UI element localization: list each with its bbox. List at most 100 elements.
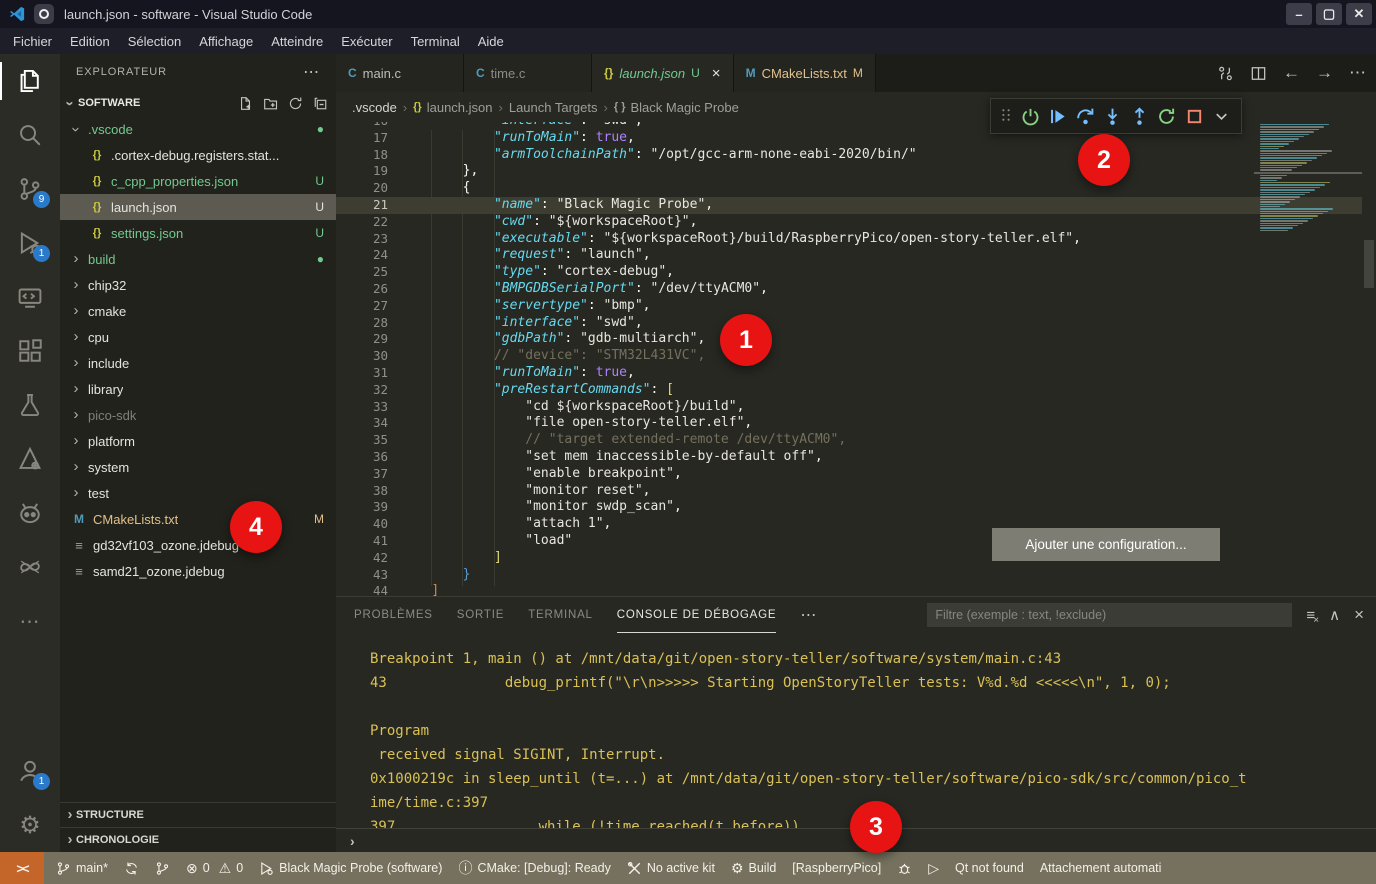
code-line-31[interactable]: 31"runToMain": true, xyxy=(336,365,1362,382)
debug-filter-input[interactable] xyxy=(935,608,1284,622)
tree-item-cmake[interactable]: ›cmake xyxy=(60,298,336,324)
status-launch[interactable]: ▷ xyxy=(920,852,947,884)
pause-power-button[interactable] xyxy=(1019,103,1042,129)
code-line-39[interactable]: 39"monitor swdp_scan", xyxy=(336,499,1362,516)
split-editor-icon[interactable] xyxy=(1250,65,1267,82)
status-debug-target[interactable] xyxy=(889,852,920,884)
status-kit[interactable]: No active kit xyxy=(619,852,723,884)
status-remote-indicator[interactable]: >< xyxy=(0,852,44,884)
activity-more-views[interactable]: ⋯ xyxy=(0,594,60,648)
status-git-branch[interactable]: main* xyxy=(48,852,116,884)
code-line-36[interactable]: 36"set mem inaccessible-by-default off", xyxy=(336,449,1362,466)
code-line-44[interactable]: 44] xyxy=(336,583,1362,596)
code-line-28[interactable]: 28"interface": "swd", xyxy=(336,315,1362,332)
nav-back-icon[interactable]: ← xyxy=(1283,63,1300,83)
maximize-button[interactable]: ▢ xyxy=(1316,3,1342,25)
code-editor[interactable]: 16"interface": "swd",17"runToMain": true… xyxy=(336,122,1376,596)
panel-tab-problemes[interactable]: PROBLÈMES xyxy=(354,597,433,633)
tree-item-chip32[interactable]: ›chip32 xyxy=(60,272,336,298)
activity-source-control[interactable]: 9 xyxy=(0,162,60,216)
close-panel-icon[interactable]: × xyxy=(1354,605,1364,625)
code-line-32[interactable]: 32"preRestartCommands": [ xyxy=(336,382,1362,399)
menu-edition[interactable]: Edition xyxy=(61,28,119,54)
step-into-button[interactable] xyxy=(1101,103,1124,129)
code-line-38[interactable]: 38"monitor reset", xyxy=(336,483,1362,500)
breadcrumb-item[interactable]: { }Black Magic Probe xyxy=(614,100,739,115)
tree-item-platform[interactable]: ›platform xyxy=(60,428,336,454)
panel-tab-terminal[interactable]: TERMINAL xyxy=(528,597,593,633)
tree-item-cmakelists-txt[interactable]: MCMakeLists.txtM xyxy=(60,506,336,532)
dropdown-button[interactable] xyxy=(1210,103,1233,129)
menu-executer[interactable]: Exécuter xyxy=(332,28,401,54)
restart-button[interactable] xyxy=(1155,103,1178,129)
tree-item-c-cpp-properties-json[interactable]: {}c_cpp_properties.jsonU xyxy=(60,168,336,194)
breadcrumb-item[interactable]: Launch Targets xyxy=(509,100,598,115)
activity-testing[interactable] xyxy=(0,378,60,432)
tree-item-cortex-debug-registers-stat[interactable]: {}.cortex-debug.registers.stat... xyxy=(60,142,336,168)
code-line-20[interactable]: 20{ xyxy=(336,180,1362,197)
panel-tab-sortie[interactable]: SORTIE xyxy=(457,597,504,633)
status-cmake-status[interactable]: ⓘCMake: [Debug]: Ready xyxy=(450,852,618,884)
status-auto-attach[interactable]: Attachement automati xyxy=(1032,852,1170,884)
activity-platform-debug[interactable] xyxy=(0,486,60,540)
activity-explorer[interactable] xyxy=(0,54,60,108)
status-source-control-compare[interactable] xyxy=(147,852,178,884)
tree-item-samd21-ozone-jdebug[interactable]: ≡samd21_ozone.jdebug xyxy=(60,558,336,584)
tree-item-cpu[interactable]: ›cpu xyxy=(60,324,336,350)
code-line-35[interactable]: 35// "target extended-remote /dev/ttyACM… xyxy=(336,432,1362,449)
stop-button[interactable] xyxy=(1183,103,1206,129)
continue-button[interactable] xyxy=(1046,103,1069,129)
status-qt[interactable]: Qt not found xyxy=(947,852,1032,884)
activity-extensions[interactable] xyxy=(0,324,60,378)
code-line-21[interactable]: 21"name": "Black Magic Probe", xyxy=(336,197,1362,214)
step-over-button[interactable] xyxy=(1074,103,1097,129)
debug-console-output[interactable]: Breakpoint 1, main () at /mnt/data/git/o… xyxy=(336,633,1376,828)
menu-terminal[interactable]: Terminal xyxy=(402,28,469,54)
tree-item-system[interactable]: ›system xyxy=(60,454,336,480)
new-file-icon[interactable] xyxy=(238,96,253,111)
minimap[interactable] xyxy=(1254,124,1362,596)
tab-main-c[interactable]: Cmain.c xyxy=(336,54,464,92)
tree-item-build[interactable]: ›build● xyxy=(60,246,336,272)
drag-handle-icon[interactable] xyxy=(999,108,1013,125)
tab-cmakelists-txt[interactable]: MCMakeLists.txtM xyxy=(734,54,876,92)
code-line-33[interactable]: 33"cd ${workspaceRoot}/build", xyxy=(336,399,1362,416)
section-chronologie[interactable]: ›CHRONOLOGIE xyxy=(60,827,336,852)
code-line-19[interactable]: 19}, xyxy=(336,163,1362,180)
tree-item-test[interactable]: ›test xyxy=(60,480,336,506)
status-debug-session[interactable]: Black Magic Probe (software) xyxy=(251,852,450,884)
close-tab-icon[interactable]: × xyxy=(712,65,721,82)
activity-search[interactable] xyxy=(0,108,60,162)
workspace-section-header[interactable]: › SOFTWARE xyxy=(60,90,336,116)
add-configuration-button[interactable]: Ajouter une configuration... xyxy=(992,528,1220,561)
code-line-27[interactable]: 27"servertype": "bmp", xyxy=(336,298,1362,315)
status-build[interactable]: ⚙Build xyxy=(723,852,784,884)
menu-fichier[interactable]: Fichier xyxy=(4,28,61,54)
tab-launch-json[interactable]: {}launch.jsonU× xyxy=(592,54,734,92)
menu-selection[interactable]: Sélection xyxy=(119,28,190,54)
compare-changes-icon[interactable] xyxy=(1217,65,1234,82)
editor-scrollbar[interactable] xyxy=(1362,122,1376,596)
code-line-24[interactable]: 24"request": "launch", xyxy=(336,247,1362,264)
new-folder-icon[interactable] xyxy=(263,96,278,111)
code-line-34[interactable]: 34"file open-story-teller.elf", xyxy=(336,415,1362,432)
tree-item-settings-json[interactable]: {}settings.jsonU xyxy=(60,220,336,246)
activity-visual-studio[interactable] xyxy=(0,540,60,594)
breadcrumb-item[interactable]: .vscode xyxy=(352,100,397,115)
code-line-43[interactable]: 43} xyxy=(336,567,1362,584)
code-line-18[interactable]: 18"armToolchainPath": "/opt/gcc-arm-none… xyxy=(336,147,1362,164)
activity-run-and-debug[interactable]: 1 xyxy=(0,216,60,270)
code-line-29[interactable]: 29"gdbPath": "gdb-multiarch", xyxy=(336,331,1362,348)
maximize-panel-icon[interactable]: ∧ xyxy=(1329,606,1340,624)
code-line-25[interactable]: 25"type": "cortex-debug", xyxy=(336,264,1362,281)
more-actions-icon[interactable]: ⋯ xyxy=(1349,63,1366,83)
tree-item-launch-json[interactable]: {}launch.jsonU xyxy=(60,194,336,220)
menu-affichage[interactable]: Affichage xyxy=(190,28,262,54)
tree-item-pico-sdk[interactable]: ›pico-sdk xyxy=(60,402,336,428)
panel-tab-console-de-debogage[interactable]: CONSOLE DE DÉBOGAGE xyxy=(617,597,777,633)
status-target[interactable]: [RaspberryPico] xyxy=(784,852,889,884)
menu-atteindre[interactable]: Atteindre xyxy=(262,28,332,54)
code-line-22[interactable]: 22"cwd": "${workspaceRoot}", xyxy=(336,214,1362,231)
panel-more-icon[interactable]: ⋯ xyxy=(800,605,816,625)
status-sync[interactable] xyxy=(116,852,147,884)
